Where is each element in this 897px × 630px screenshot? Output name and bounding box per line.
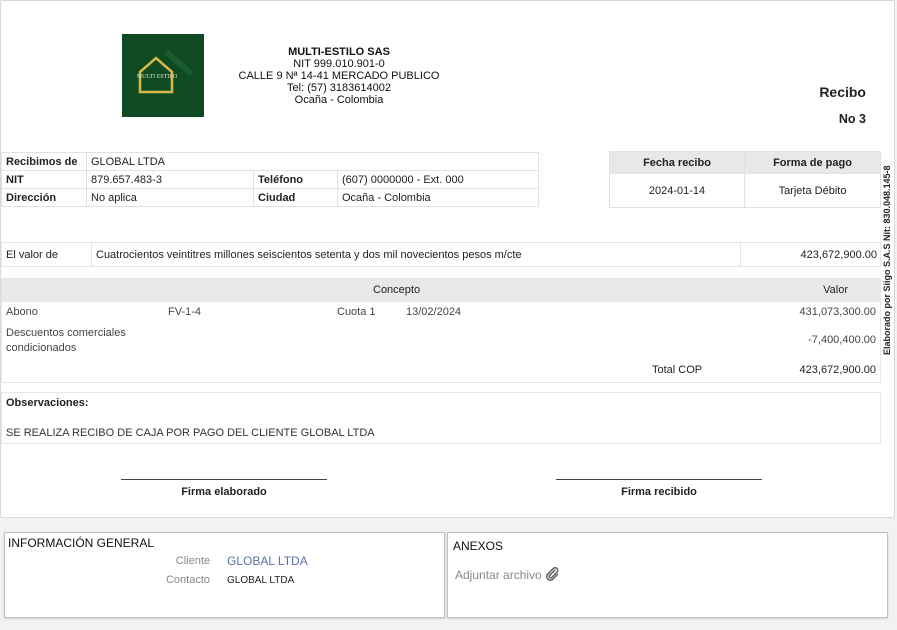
receipt-document: MULTI ESTILO MULTI-ESTILO SAS NIT 999.01…: [0, 0, 895, 518]
house-logo-icon: MULTI ESTILO: [122, 34, 204, 117]
company-name: MULTI-ESTILO SAS: [288, 46, 390, 58]
client-link[interactable]: GLOBAL LTDA: [227, 554, 308, 568]
address-label: Dirección: [1, 188, 87, 207]
row-value: 431,073,300.00: [799, 306, 876, 318]
observations-text: SE REALIZA RECIBO DE CAJA POR PAGO DEL C…: [6, 427, 375, 439]
row-doc: FV-1-4: [168, 306, 202, 318]
concept-table: Concepto Valor Abono FV-1-4 Cuota 1 13/0…: [1, 278, 881, 383]
row-concept: Abono: [6, 306, 38, 318]
signature-line: [121, 479, 327, 480]
value-label: El valor de: [6, 249, 58, 261]
annexes-panel: ANEXOS Adjuntar archivo: [447, 532, 888, 618]
phone-label: Teléfono: [253, 170, 338, 189]
city-label: Ciudad: [253, 188, 338, 207]
vertical-credit-text: Elaborado por Siigo S.A.S Nit: 830.048.1…: [882, 165, 892, 355]
total-label: Total COP: [652, 364, 703, 376]
value-amount: 423,672,900.00: [800, 249, 877, 261]
paperclip-icon: [546, 567, 559, 581]
concept-header-label: Concepto: [373, 284, 421, 296]
company-city: Ocaña - Colombia: [294, 94, 384, 106]
contact-value: GLOBAL LTDA: [227, 575, 295, 586]
city-value: Ocaña - Colombia: [337, 188, 539, 207]
date-value: 2024-01-14: [609, 173, 745, 208]
phone-value: (607) 0000000 - Ext. 000: [337, 170, 539, 189]
general-info-title: INFORMACIÓN GENERAL: [8, 536, 155, 550]
company-address: CALLE 9 Nª 14-41 MERCADO PUBLICO: [238, 70, 440, 82]
signature-label: Firma recibido: [621, 486, 697, 498]
value-row: El valor de Cuatrocientos veintitres mil…: [1, 242, 881, 267]
nit-value: 879.657.483-3: [86, 170, 254, 189]
method-header: Forma de pago: [744, 151, 881, 174]
signature-line: [556, 479, 762, 480]
signature-label: Firma elaborado: [181, 486, 267, 498]
document-title: Recibo: [819, 84, 866, 100]
row-installment: Cuota 1: [337, 306, 376, 318]
contact-label: Contacto: [165, 574, 210, 586]
signature-received: Firma recibido: [556, 479, 762, 498]
observations-label: Observaciones:: [6, 397, 89, 409]
received-value: GLOBAL LTDA: [86, 152, 539, 171]
received-label: Recibimos de: [1, 152, 87, 171]
general-info-panel: INFORMACIÓN GENERAL Cliente GLOBAL LTDA …: [4, 532, 445, 618]
nit-label: NIT: [1, 170, 87, 189]
customer-info-table: Recibimos de GLOBAL LTDA NIT 879.657.483…: [1, 152, 539, 207]
row-date: 13/02/2024: [406, 306, 462, 318]
company-logo: MULTI ESTILO: [122, 34, 204, 117]
value-header-label: Valor: [823, 284, 848, 296]
value-words: Cuatrocientos veintitres millones seisci…: [91, 243, 741, 266]
company-header: MULTI-ESTILO SAS NIT 999.010.901-0 CALLE…: [229, 46, 449, 106]
client-label: Cliente: [175, 555, 210, 567]
document-number: No 3: [838, 112, 866, 126]
observations-box: Observaciones: SE REALIZA RECIBO DE CAJA…: [1, 392, 881, 444]
attach-file-button[interactable]: Adjuntar archivo: [455, 567, 559, 582]
payment-table: Fecha recibo Forma de pago 2024-01-14 Ta…: [609, 151, 881, 208]
logo-text: MULTI ESTILO: [137, 74, 178, 80]
annexes-title: ANEXOS: [453, 539, 504, 553]
row-value: -7,400,400.00: [808, 334, 876, 346]
row-concept-continued: condicionados: [6, 342, 77, 354]
company-phone: Tel: (57) 3183614002: [287, 82, 391, 94]
address-value: No aplica: [86, 188, 254, 207]
row-concept: Descuentos comerciales: [6, 327, 126, 339]
attach-file-label: Adjuntar archivo: [455, 568, 542, 582]
total-value: 423,672,900.00: [799, 364, 876, 376]
method-value: Tarjeta Débito: [744, 173, 881, 208]
company-nit: NIT 999.010.901-0: [293, 58, 385, 70]
concept-header: Concepto Valor: [2, 279, 880, 302]
date-header: Fecha recibo: [609, 151, 745, 174]
signature-elaborated: Firma elaborado: [121, 479, 327, 498]
